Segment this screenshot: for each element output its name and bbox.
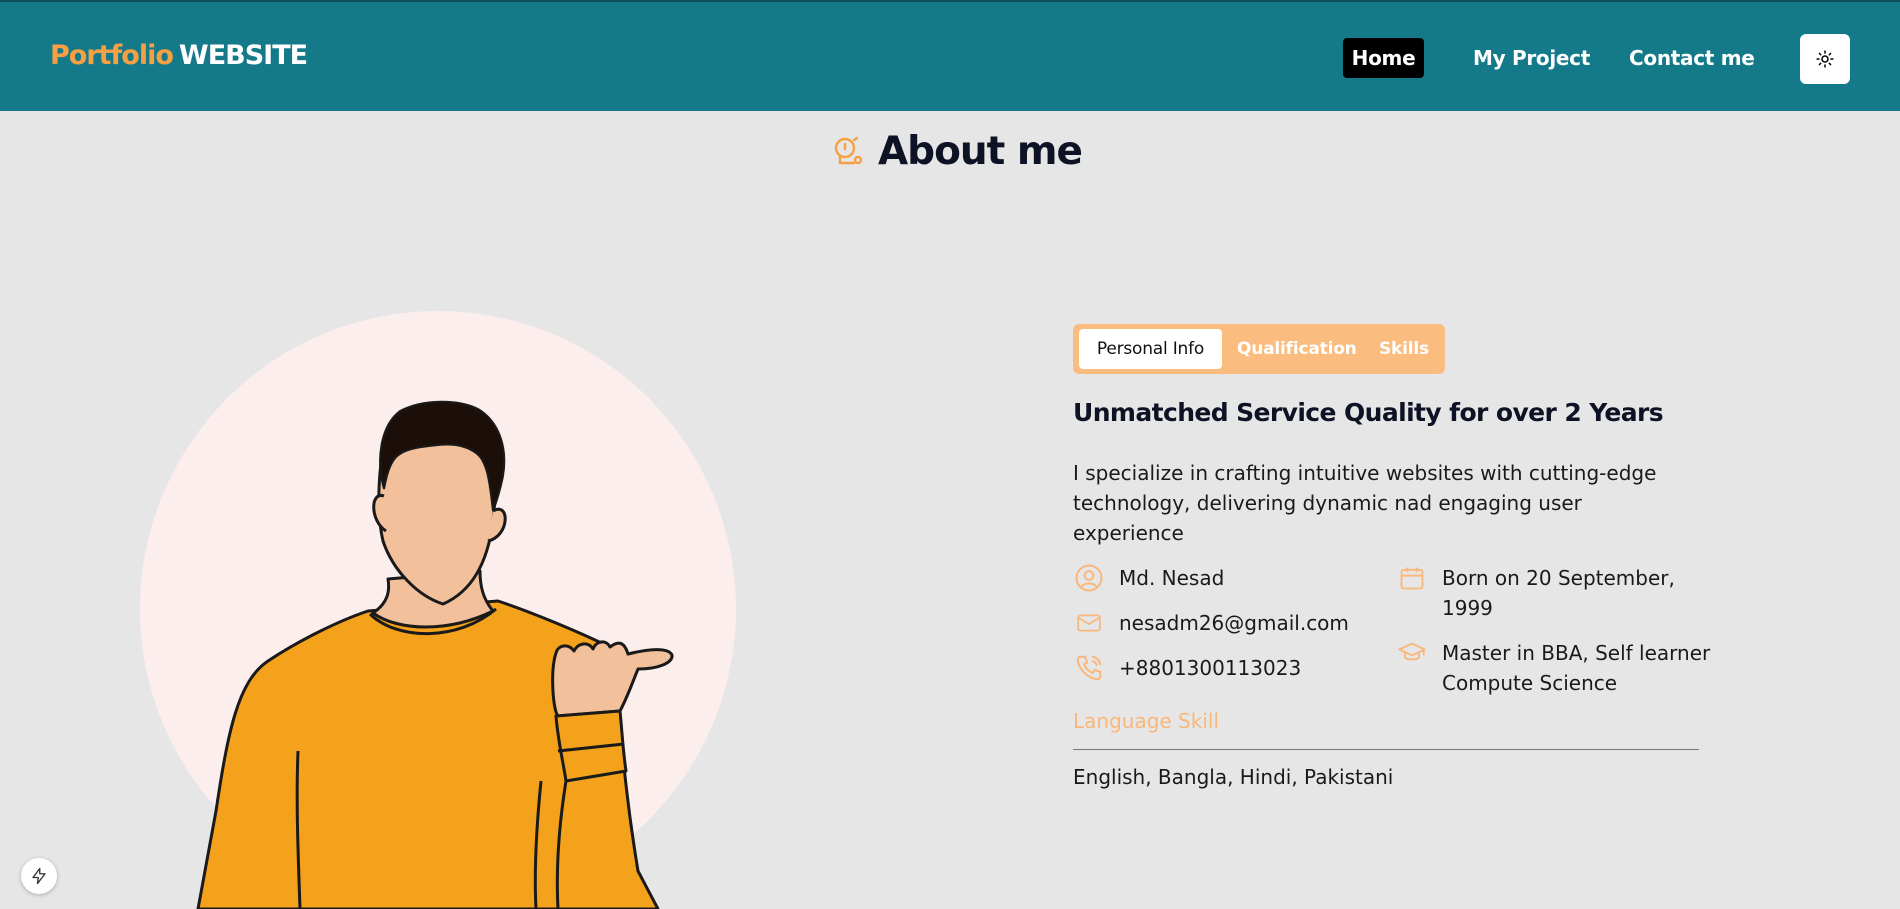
tab-skills[interactable]: Skills	[1379, 329, 1429, 369]
nav-home-link[interactable]: Home	[1343, 38, 1424, 78]
about-heading: About me	[832, 126, 1083, 176]
info-name-row: Md. Nesad	[1073, 563, 1224, 593]
about-description: I specialize in crafting intuitive websi…	[1073, 461, 1657, 545]
nav-my-project-link[interactable]: My Project	[1473, 38, 1590, 78]
logo-portfolio-text: Portfolio	[50, 40, 174, 71]
tab-qualification[interactable]: Qualification	[1237, 329, 1357, 369]
info-email: nesadm26@gmail.com	[1119, 611, 1349, 635]
nav-contact-link[interactable]: Contact me	[1629, 38, 1755, 78]
phone-call-icon	[1073, 653, 1105, 683]
sun-icon	[1816, 50, 1834, 68]
graduation-cap-icon	[1396, 638, 1428, 668]
profile-illustration	[138, 311, 738, 909]
language-divider	[1073, 749, 1699, 750]
tab-personal-info[interactable]: Personal Info	[1079, 329, 1222, 369]
top-navbar: Portfolio WEBSITE Home My Project Contact…	[0, 0, 1900, 111]
info-phone: +8801300113023	[1119, 656, 1302, 680]
alarm-bell-icon	[834, 136, 863, 165]
language-list: English, Bangla, Hindi, Pakistani	[1073, 765, 1394, 789]
mail-icon	[1073, 608, 1105, 638]
info-education-row: Master in BBA, Self learner Compute Scie…	[1396, 638, 1716, 698]
info-born-row: Born on 20 September, 1999	[1396, 563, 1716, 623]
info-name: Md. Nesad	[1119, 566, 1225, 590]
user-circle-icon	[1073, 563, 1105, 593]
info-tabs: Personal Info Qualification Skills	[1073, 324, 1445, 374]
language-skill-label: Language Skill	[1073, 709, 1220, 733]
info-phone-row: +8801300113023	[1073, 653, 1301, 683]
lightning-icon	[32, 867, 46, 885]
floating-action-button[interactable]	[21, 858, 57, 894]
site-logo[interactable]: Portfolio WEBSITE	[50, 40, 308, 71]
info-born: Born on 20 September, 1999	[1442, 566, 1675, 620]
calendar-icon	[1396, 563, 1428, 593]
info-email-row: nesadm26@gmail.com	[1073, 608, 1349, 638]
info-education: Master in BBA, Self learner Compute Scie…	[1442, 641, 1711, 695]
theme-toggle-button[interactable]	[1800, 34, 1850, 84]
page-title: About me	[878, 128, 1083, 174]
logo-website-text: WEBSITE	[178, 40, 308, 71]
section-headline: Unmatched Service Quality for over 2 Yea…	[1073, 398, 1664, 427]
